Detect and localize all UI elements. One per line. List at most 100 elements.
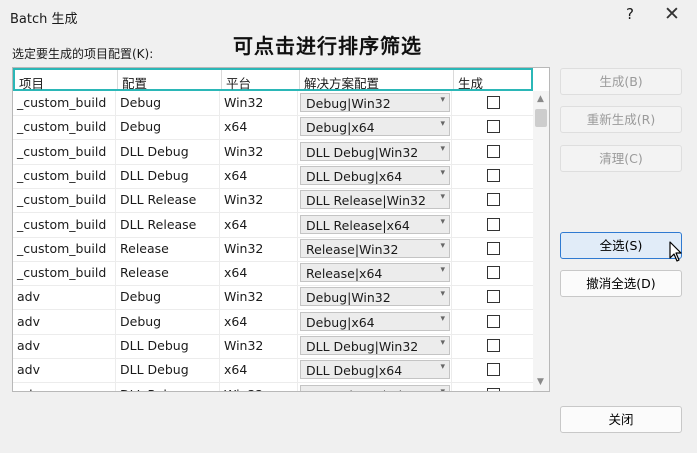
solution-config-select[interactable]: DLL Release|Win32 ▾ (300, 384, 450, 391)
solution-config-select[interactable]: DLL Release|Win32 ▾ (300, 190, 450, 210)
config-cell: DLL Release (120, 216, 197, 232)
project-cell: adv (17, 313, 40, 329)
triangle-down-icon[interactable]: ▼ (537, 377, 544, 387)
solution-config-select[interactable]: Debug|Win32 ▾ (300, 287, 450, 307)
column-header-build[interactable]: 生成 (458, 73, 483, 92)
chevron-down-icon[interactable]: ▾ (440, 119, 445, 129)
table-row[interactable]: _custom_build Debug Win32 Debug|Win32 ▾ (13, 91, 533, 116)
title-bar: Batch 生成 ? ✕ (0, 0, 697, 32)
help-button[interactable]: ? (620, 5, 640, 23)
column-header-platform[interactable]: 平台 (226, 73, 251, 92)
table-row[interactable]: _custom_build DLL Debug x64 DLL Debug|x64 ▾ (13, 164, 533, 189)
chevron-down-icon[interactable]: ▾ (440, 95, 445, 105)
clean-button[interactable]: 清理(C) (560, 145, 682, 172)
build-checkbox[interactable] (487, 363, 500, 377)
chevron-down-icon[interactable]: ▾ (440, 338, 445, 348)
platform-cell: x64 (224, 216, 248, 232)
solution-config-select[interactable]: Release|x64 ▾ (300, 263, 450, 283)
chevron-down-icon[interactable]: ▾ (440, 314, 445, 324)
table-row[interactable]: adv DLL Release Win32 DLL Release|Win32 ▾ (13, 383, 533, 391)
chevron-down-icon[interactable]: ▾ (440, 168, 445, 178)
solution-config-value: DLL Debug|Win32 (306, 144, 419, 160)
chevron-down-icon[interactable]: ▾ (440, 387, 445, 391)
project-config-label: 选定要生成的项目配置(K): (12, 47, 154, 61)
solution-config-select[interactable]: DLL Debug|x64 ▾ (300, 360, 450, 380)
solution-config-value: DLL Debug|x64 (306, 168, 403, 184)
build-checkbox[interactable] (487, 144, 500, 158)
solution-config-select[interactable]: DLL Debug|Win32 ▾ (300, 141, 450, 161)
chevron-down-icon[interactable]: ▾ (440, 144, 445, 154)
vertical-scrollbar[interactable]: ▲ ▼ (533, 91, 549, 391)
solution-config-value: Debug|Win32 (306, 290, 391, 306)
solution-config-select[interactable]: DLL Release|x64 ▾ (300, 214, 450, 234)
build-button[interactable]: 生成(B) (560, 68, 682, 95)
platform-cell: x64 (224, 119, 248, 135)
deselect-all-button[interactable]: 撤消全选(D) (560, 270, 682, 297)
solution-config-select[interactable]: Debug|x64 ▾ (300, 117, 450, 137)
chevron-down-icon[interactable]: ▾ (440, 265, 445, 275)
chevron-down-icon[interactable]: ▾ (440, 217, 445, 227)
table-row[interactable]: _custom_build Debug x64 Debug|x64 ▾ (13, 115, 533, 141)
table-row[interactable]: _custom_build DLL Release Win32 DLL Release… (13, 188, 533, 214)
scrollbar-thumb[interactable] (535, 109, 547, 127)
solution-config-select[interactable]: Debug|Win32 ▾ (300, 93, 450, 112)
table-row[interactable]: adv Debug Win32 Debug|Win32 ▾ (13, 285, 533, 311)
config-cell: Release (120, 265, 169, 281)
project-config-table: 项目 配置 平台 解决方案配置 生成 _custom_build Debug Win… (12, 67, 550, 392)
table-row[interactable]: _custom_build DLL Debug Win32 DLL Debug|Win… (13, 140, 533, 165)
platform-cell: Win32 (224, 240, 264, 256)
table-row[interactable]: _custom_build Release Win32 Release|Win32 ▾ (13, 237, 533, 262)
solution-config-select[interactable]: Debug|x64 ▾ (300, 311, 450, 331)
build-checkbox[interactable] (487, 290, 500, 304)
table-header: 项目 配置 平台 解决方案配置 生成 (13, 68, 533, 91)
build-checkbox[interactable] (487, 168, 500, 182)
mouse-pointer-icon (669, 241, 682, 262)
table-row[interactable]: _custom_build DLL Release x64 DLL Release|x… (13, 213, 533, 238)
solution-config-value: Debug|x64 (306, 120, 375, 136)
build-checkbox[interactable] (487, 387, 500, 391)
build-checkbox[interactable] (487, 314, 500, 328)
config-cell: DLL Debug (120, 338, 189, 353)
column-header-solution-config[interactable]: 解决方案配置 (304, 73, 379, 92)
build-checkbox[interactable] (487, 193, 500, 207)
build-checkbox[interactable] (487, 339, 500, 352)
chevron-down-icon[interactable]: ▾ (440, 241, 445, 251)
column-divider[interactable] (299, 70, 300, 89)
rebuild-button[interactable]: 重新生成(R) (560, 106, 682, 133)
table-row[interactable]: adv DLL Debug Win32 DLL Debug|Win32 ▾ (13, 334, 533, 359)
build-checkbox[interactable] (487, 96, 500, 109)
solution-config-value: DLL Release|Win32 (306, 388, 426, 391)
solution-config-select[interactable]: Release|Win32 ▾ (300, 238, 450, 258)
solution-config-value: DLL Debug|Win32 (306, 339, 419, 354)
build-checkbox[interactable] (487, 266, 500, 280)
chevron-down-icon[interactable]: ▾ (440, 289, 445, 299)
solution-config-value: Release|Win32 (306, 241, 399, 257)
triangle-up-icon[interactable]: ▲ (537, 94, 544, 104)
table-row[interactable]: adv DLL Debug x64 DLL Debug|x64 ▾ (13, 358, 533, 384)
column-divider[interactable] (453, 70, 454, 89)
build-checkbox[interactable] (487, 217, 500, 231)
config-cell: Debug (120, 95, 162, 110)
chevron-down-icon[interactable]: ▾ (440, 192, 445, 202)
column-header-config[interactable]: 配置 (122, 73, 147, 92)
column-header-project[interactable]: 项目 (19, 73, 44, 92)
config-cell: DLL Debug (120, 143, 189, 159)
project-cell: adv (17, 289, 40, 305)
solution-config-select[interactable]: DLL Debug|Win32 ▾ (300, 336, 450, 355)
platform-cell: x64 (224, 265, 248, 281)
project-cell: _custom_build (17, 95, 107, 110)
solution-config-select[interactable]: DLL Debug|x64 ▾ (300, 165, 450, 185)
solution-config-value: Release|x64 (306, 266, 383, 282)
platform-cell: Win32 (224, 95, 264, 110)
select-all-button[interactable]: 全选(S) (560, 232, 682, 259)
close-button[interactable]: 关闭 (560, 406, 682, 433)
column-divider[interactable] (221, 70, 222, 89)
column-divider[interactable] (117, 70, 118, 89)
table-row[interactable]: _custom_build Release x64 Release|x64 ▾ (13, 261, 533, 287)
table-row[interactable]: adv Debug x64 Debug|x64 ▾ (13, 310, 533, 335)
close-window-button[interactable]: ✕ (660, 3, 684, 25)
build-checkbox[interactable] (487, 241, 500, 255)
build-checkbox[interactable] (487, 120, 500, 134)
config-cell: Debug (120, 313, 162, 329)
chevron-down-icon[interactable]: ▾ (440, 362, 445, 372)
